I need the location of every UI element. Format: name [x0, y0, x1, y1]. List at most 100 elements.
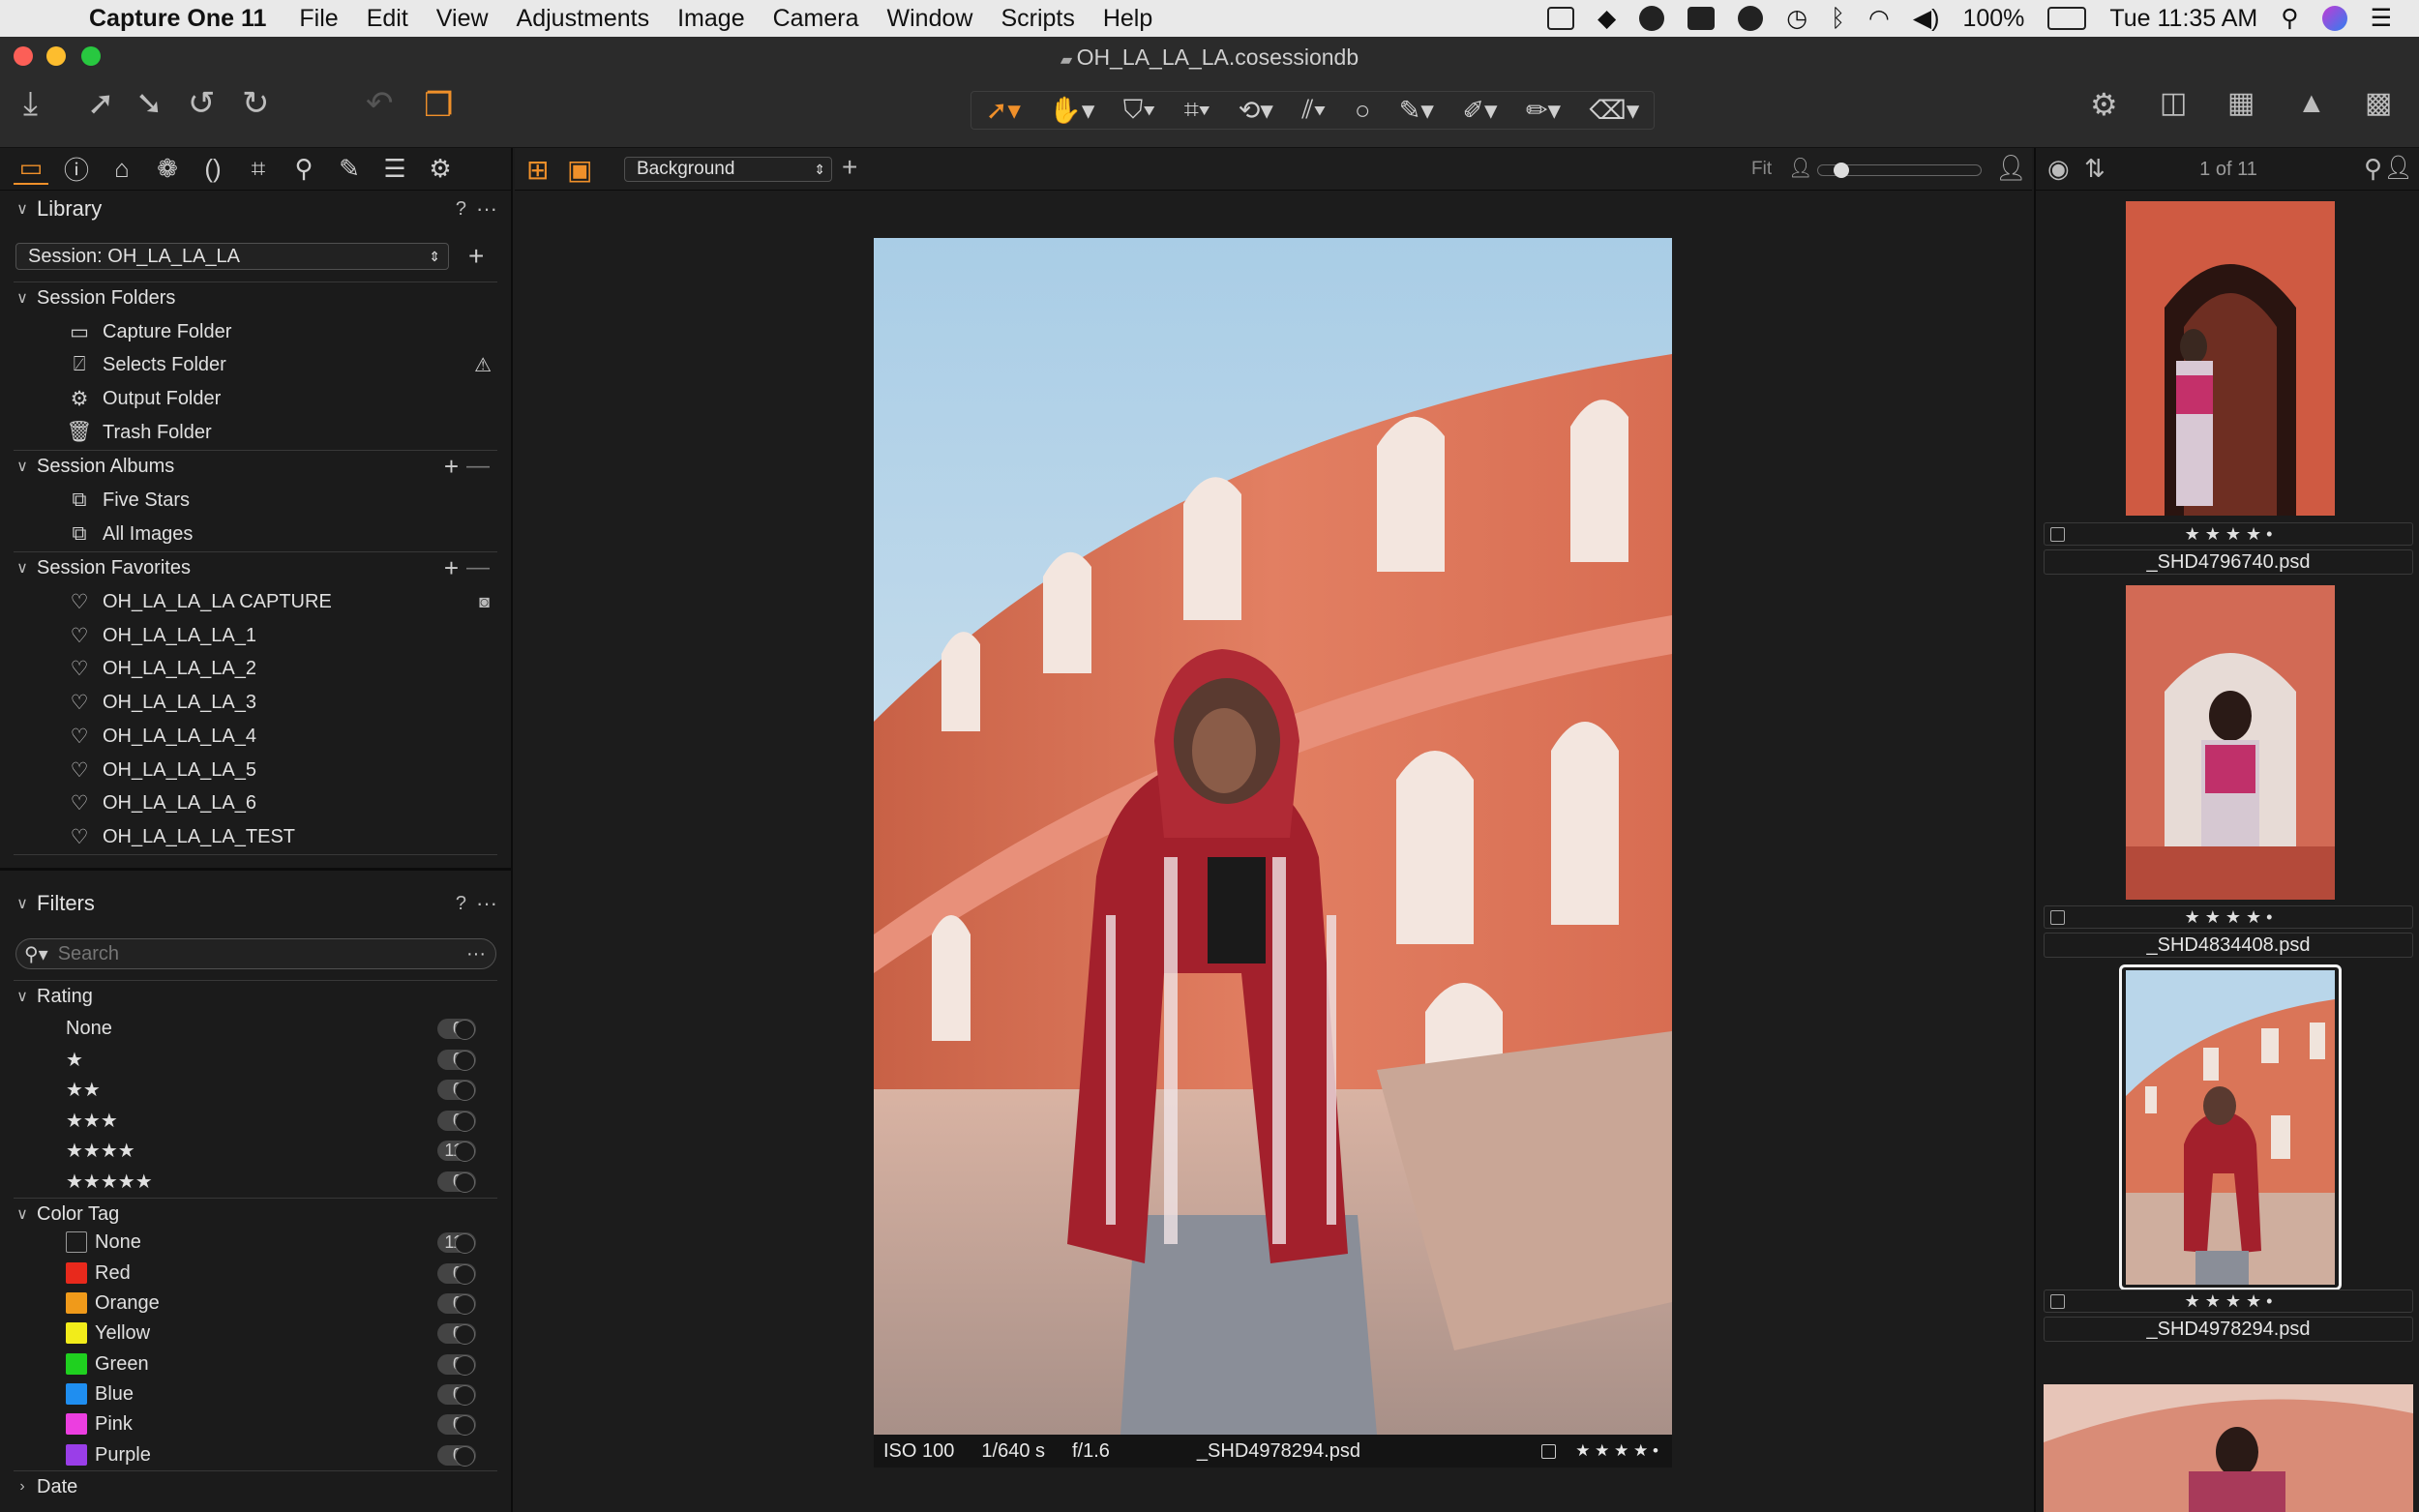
dropbox-icon[interactable]: ◆ [1598, 4, 1616, 33]
crop-tab-icon[interactable]: ⌗ [241, 154, 276, 185]
add-session-icon[interactable]: + [468, 241, 484, 272]
annotate-tool-icon[interactable]: ✏▾ [1526, 96, 1561, 126]
person-icon[interactable]: 👤︎ [2384, 154, 2413, 182]
color-tag-row[interactable]: Purple 0 [0, 1438, 513, 1471]
sidebar-item-selects-folder[interactable]: ⍁ Selects Folder ⚠ [0, 348, 513, 381]
session-albums-header[interactable]: ∨ Session Albums + — [0, 450, 513, 483]
proof-icon[interactable]: ▦ [2227, 89, 2255, 118]
sidebar-item-five-stars[interactable]: ⧉ Five Stars [0, 484, 513, 517]
color-tab-icon[interactable]: ❁ [150, 154, 185, 184]
wifi-icon[interactable]: ◠ [1868, 4, 1890, 33]
chevron-down-icon[interactable]: ∨ [8, 199, 37, 219]
import-icon[interactable]: ⤓ [23, 87, 38, 120]
layer-select[interactable]: Background ⇕ [624, 157, 832, 182]
capture-icon[interactable]: ➚ [87, 87, 115, 120]
select-tool-icon[interactable]: ➚▾ [986, 96, 1021, 126]
display-icon[interactable] [1546, 7, 1574, 30]
spot-tool-icon[interactable]: ○ [1355, 96, 1370, 126]
sidebar-item-favorite[interactable]: ♡ OH_LA_LA_LA_3 [0, 686, 513, 719]
rating-filter-row[interactable]: ★★ 0 [0, 1073, 513, 1106]
bluetooth-icon[interactable]: ᛒ [1831, 5, 1845, 33]
sidebar-item-favorite[interactable]: ♡ OH_LA_LA_LA_4 [0, 720, 513, 753]
rating-filter-row[interactable]: ★★★★★ 0 [0, 1165, 513, 1198]
volume-icon[interactable]: ◀) [1913, 4, 1940, 33]
viewer-star-rating[interactable]: ★ ★ ★ ★ • [1575, 1441, 1658, 1461]
siri-icon[interactable] [2321, 6, 2347, 31]
color-tag-row[interactable]: None 11 [0, 1226, 513, 1259]
rating-header[interactable]: ∨ Rating [0, 980, 513, 1013]
lens-tab-icon[interactable]: ⌂ [105, 154, 139, 184]
loupe-tool-icon[interactable]: ⛉▾ [1123, 95, 1155, 126]
sidebar-item-favorite[interactable]: ♡ OH_LA_LA_LA CAPTURE ◙ [0, 585, 513, 618]
capture-tab-icon[interactable]: ⓘ [59, 151, 94, 187]
exposure-tab-icon[interactable]: () [195, 154, 230, 184]
clock[interactable]: Tue 11:35 AM [2109, 5, 2257, 33]
menu-edit[interactable]: Edit [367, 5, 408, 33]
sidebar-item-output-folder[interactable]: ⚙ Output Folder [0, 382, 513, 415]
keystone-tool-icon[interactable]: ⫽▾ [1301, 95, 1326, 126]
battery-percent[interactable]: 100% [1962, 5, 2024, 33]
settings-icon[interactable]: ⚙ [2090, 89, 2118, 120]
add-layer-icon[interactable]: + [842, 152, 857, 183]
thumbnail-checkbox[interactable] [2050, 1294, 2065, 1309]
rating-filter-row[interactable]: ★★★ 0 [0, 1104, 513, 1137]
thumbnail-rating[interactable]: ★ ★ ★ ★ • [2044, 905, 2413, 929]
thumbnail-image[interactable] [2126, 585, 2335, 900]
main-image[interactable] [874, 238, 1672, 1435]
exposure-warning-icon[interactable]: ◫ [2160, 89, 2187, 118]
creative-cloud-icon[interactable] [1639, 6, 1665, 31]
picker-tool-icon[interactable]: ✐▾ [1462, 96, 1497, 126]
select-checkbox[interactable] [1541, 1443, 1556, 1459]
chevron-down-icon[interactable]: ∨ [8, 288, 37, 308]
sidebar-item-favorite[interactable]: ♡ OH_LA_LA_LA_5 [0, 754, 513, 786]
sidebar-item-favorite[interactable]: ♡ OH_LA_LA_LA_6 [0, 786, 513, 819]
details-tab-icon[interactable]: ⚲ [286, 154, 321, 184]
thumbnail-stars[interactable]: ★ ★ ★ ★ • [2185, 524, 2273, 544]
chevron-down-icon[interactable]: ∨ [8, 1204, 37, 1224]
sidebar-item-favorite[interactable]: ♡ OH_LA_LA_LA_TEST [0, 820, 513, 853]
remove-album-icon[interactable]: — [466, 453, 490, 480]
thumbnail-image[interactable] [2126, 970, 2335, 1285]
chevron-right-icon[interactable]: › [8, 1478, 37, 1496]
library-help-icon[interactable]: ? [456, 198, 466, 221]
color-tag-row[interactable]: Yellow 0 [0, 1317, 513, 1349]
undo-icon[interactable]: ↺ [188, 87, 216, 120]
redo-icon[interactable]: ↻ [242, 87, 270, 120]
spotlight-icon[interactable]: ⚲ [2281, 4, 2298, 33]
reset-icon[interactable]: ↶ [366, 87, 394, 120]
rating-filter-row[interactable]: None 0 [0, 1012, 513, 1045]
single-view-icon[interactable]: ▣ [567, 154, 592, 186]
grid-icon[interactable]: ▩ [2365, 89, 2392, 118]
chevron-down-icon[interactable]: ∨ [8, 894, 37, 913]
sidebar-item-all-images[interactable]: ⧉ All Images [0, 518, 513, 550]
thumbnail-rating[interactable]: ★ ★ ★ ★ • [2044, 1290, 2413, 1313]
session-favorites-header[interactable]: ∨ Session Favorites + — [0, 551, 513, 584]
search-icon[interactable]: ⚲ [2364, 154, 2382, 184]
thumbnail-stars[interactable]: ★ ★ ★ ★ • [2185, 1291, 2273, 1311]
filter-search-field[interactable]: ⚲▾ ··· [15, 938, 496, 969]
zoom-fit-label[interactable]: Fit [1751, 159, 1772, 180]
session-folders-header[interactable]: ∨ Session Folders [0, 282, 513, 314]
chevron-down-icon[interactable]: ∨ [8, 457, 37, 476]
thumbnail-image[interactable] [2126, 201, 2335, 516]
filters-help-icon[interactable]: ? [456, 893, 466, 915]
crop-tool-icon[interactable]: ⌗▾ [1184, 95, 1210, 126]
thumbnail-image[interactable] [2044, 1384, 2413, 1512]
output-tab-icon[interactable]: ⚙ [423, 154, 458, 184]
search-options-icon[interactable]: ··· [466, 943, 486, 965]
session-select[interactable]: Session: OH_LA_LA_LA ⇕ [15, 243, 449, 270]
menu-help[interactable]: Help [1103, 5, 1152, 33]
process-icon[interactable]: ➘ [135, 87, 164, 120]
menu-adjustments[interactable]: Adjustments [517, 5, 650, 33]
color-tag-row[interactable]: Blue 0 [0, 1378, 513, 1410]
thumbnail-rating[interactable]: ★ ★ ★ ★ • [2044, 522, 2413, 546]
menu-view[interactable]: View [436, 5, 489, 33]
battery-icon[interactable] [2047, 7, 2087, 30]
sidebar-item-favorite[interactable]: ♡ OH_LA_LA_LA_1 [0, 619, 513, 652]
sidebar-item-trash-folder[interactable]: 🗑 Trash Folder [0, 416, 513, 449]
rating-filter-row[interactable]: ★★★★ 11 [0, 1134, 513, 1167]
filters-header[interactable]: ∨ Filters ? ··· [0, 887, 513, 920]
color-tag-row[interactable]: Pink 0 [0, 1408, 513, 1440]
menu-file[interactable]: File [299, 5, 338, 33]
app-status-icon[interactable] [1738, 6, 1764, 31]
